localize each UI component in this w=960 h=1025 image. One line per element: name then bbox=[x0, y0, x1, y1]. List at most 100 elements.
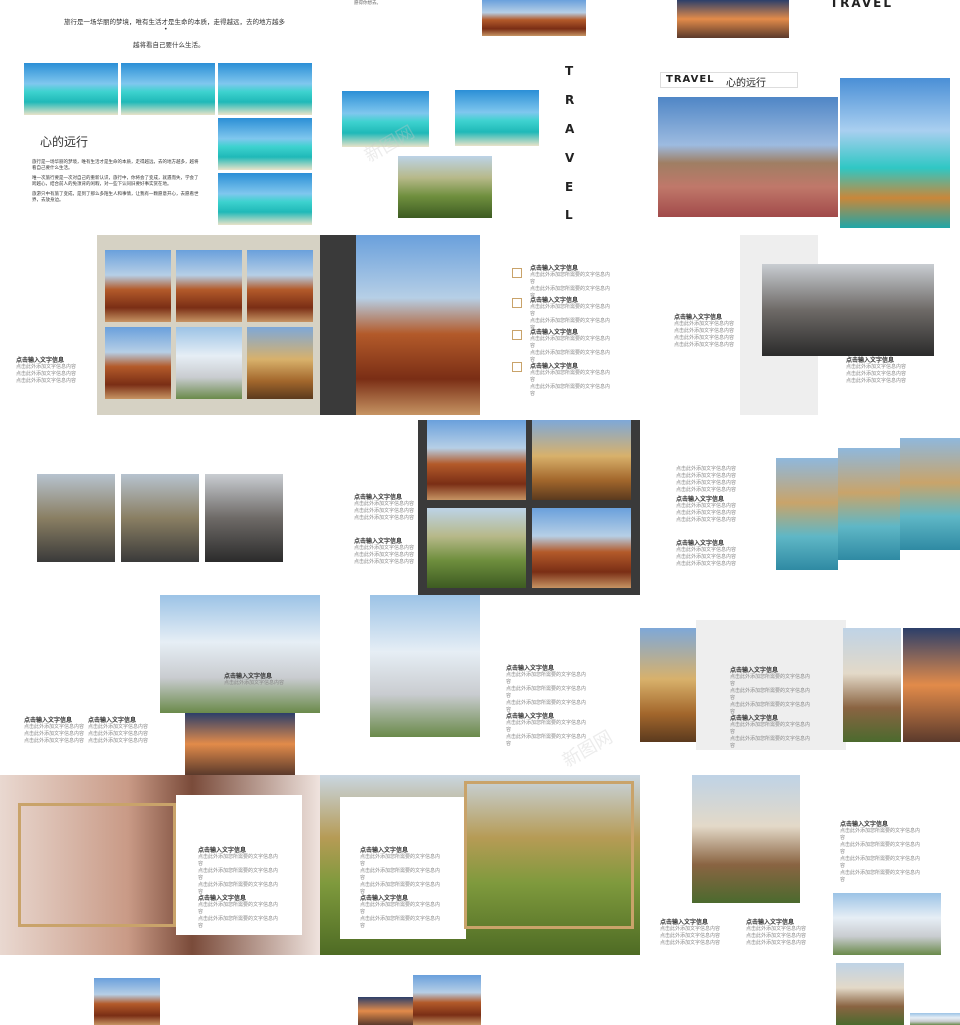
text-block-title: 点击输入文字信息 bbox=[746, 919, 795, 926]
text-block-body: 点击此外添加文字信息内容 bbox=[676, 487, 737, 493]
text-block: 点击输入文字信息 点击此外添加文字信息内容 点击此外添加文字信息内容 点击此外添… bbox=[746, 919, 816, 947]
text-block-body: 点击此外添加文字信息内容 bbox=[16, 371, 77, 377]
text-block-body: 点击此外添加您所需要的文字信息内容 bbox=[530, 370, 611, 383]
text-block-title: 点击输入文字信息 bbox=[530, 297, 579, 304]
text-block-body: 点击此外添加您所需要的文字信息内容 bbox=[198, 868, 279, 881]
text-block-body: 点击此外添加文字信息内容 bbox=[676, 554, 737, 560]
travel-word-top: TRAVEL bbox=[830, 0, 894, 10]
photo-taxi-inside bbox=[121, 474, 199, 562]
text-block-title: 点击输入文字信息 bbox=[530, 329, 579, 336]
icon-2: ico-2 bbox=[512, 298, 522, 308]
intro-heading: 心的远行 bbox=[40, 135, 89, 149]
slide-travel-title: TRAVEL TRAVEL 心的远行 bbox=[640, 0, 960, 232]
photo-collage-4 bbox=[532, 508, 631, 588]
text-block: 点击输入文字信息 点击此外添加您所需要的文字信息内容 点击此外添加您所需要的文字… bbox=[840, 821, 920, 884]
text-block-body: 点击此外添加文字信息内容 bbox=[676, 503, 737, 509]
slide-bottom-3 bbox=[640, 955, 960, 1025]
text-block: 点击输入文字信息 点击此外添加您所需要的文字信息内容 点击此外添加您所需要的文字… bbox=[360, 895, 440, 930]
photo-temple-5 bbox=[176, 327, 242, 399]
text-block: 点击此外添加文字信息内容 点击此外添加文字信息内容 点击此外添加文字信息内容 点… bbox=[676, 466, 736, 494]
photo-desert-lake bbox=[658, 97, 838, 217]
photo-night-street bbox=[205, 474, 283, 562]
text-block-body: 点击此外添加您所需要的文字信息内容 bbox=[530, 336, 611, 349]
travel-title-zh: 心的远行 bbox=[726, 78, 766, 89]
slide-street-photo: 点击输入文字信息 点击此外添加文字信息内容 点击此外添加文字信息内容 点击此外添… bbox=[640, 232, 960, 420]
slide-bottom-2 bbox=[320, 955, 640, 1025]
photo-beach-hut-4 bbox=[218, 118, 312, 170]
photo-beach-hut-5 bbox=[218, 173, 312, 225]
dark-panel bbox=[320, 235, 358, 415]
text-block: 点击输入文字信息 点击此外添加文字信息内容 点击此外添加文字信息内容 点击此外添… bbox=[16, 357, 76, 385]
photo-white-temple-wide bbox=[160, 595, 320, 713]
text-block-body: 点击此外添加文字信息内容 bbox=[354, 552, 415, 558]
travel-letter-a: A bbox=[565, 122, 575, 136]
text-block: 点击输入文字信息 点击此外添加文字信息内容 点击此外添加文字信息内容 点击此外添… bbox=[846, 357, 906, 385]
text-block-title: 点击输入文字信息 bbox=[198, 847, 247, 854]
text-block-body: 点击此外添加您所需要的文字信息内容 bbox=[198, 882, 279, 895]
text-block-body: 点击此外添加您所需要的文字信息内容 bbox=[530, 350, 611, 363]
slide-travel-vertical: 愿得你想去。 T R A V E L 新图网 bbox=[320, 0, 640, 232]
text-block-body: 点击此外添加文字信息内容 bbox=[16, 364, 77, 370]
text-block-body: 点击此外添加文字信息内容 bbox=[846, 378, 907, 384]
text-block-body: 点击此外添加您所需要的文字信息内容 bbox=[506, 686, 587, 699]
text-block-body: 点击此外添加您所需要的文字信息内容 bbox=[730, 722, 811, 735]
photo-road bbox=[398, 156, 492, 218]
photo-pier-top bbox=[482, 0, 586, 36]
text-block-title: 点击输入文字信息 bbox=[730, 715, 779, 722]
text-block-body: 点击此外添加文字信息内容 bbox=[224, 680, 285, 686]
text-block: 点击输入文字信息 点击此外添加文字信息内容 点击此外添加文字信息内容 点击此外添… bbox=[88, 717, 148, 745]
photo-ayutthaya-stupa bbox=[692, 775, 800, 903]
photo-collage-3 bbox=[427, 508, 526, 588]
photo-beach-hut-1 bbox=[24, 63, 118, 115]
text-block-title: 点击输入文字信息 bbox=[674, 314, 723, 321]
photo-temple-4 bbox=[105, 327, 171, 399]
text-block-body: 点击此外添加文字信息内容 bbox=[746, 933, 807, 939]
slide-white-temple: 点击输入文字信息 点击此外添加文字信息内容 点击输入文字信息 点击此外添加文字信… bbox=[0, 595, 320, 775]
travel-letter-t: T bbox=[565, 64, 574, 78]
text-block-body: 点击此外添加文字信息内容 bbox=[88, 724, 149, 730]
text-block-body: 点击此外添加文字信息内容 bbox=[16, 378, 77, 384]
text-block-body: 点击此外添加您所需要的文字信息内容 bbox=[198, 902, 279, 915]
photo-sunset-sea bbox=[677, 0, 789, 38]
text-block-body: 点击此外添加您所需要的文字信息内容 bbox=[840, 828, 921, 841]
text-block-body: 点击此外添加文字信息内容 bbox=[660, 933, 721, 939]
text-block-body: 点击此外添加您所需要的文字信息内容 bbox=[730, 736, 811, 749]
text-block-body: 点击此外添加您所需要的文字信息内容 bbox=[840, 842, 921, 855]
photo-longtail-boat bbox=[840, 78, 950, 228]
slide-bottom-1 bbox=[0, 955, 320, 1025]
text-block: 点击输入文字信息 点击此外添加您所需要的文字信息内容 点击此外添加您所需要的文字… bbox=[506, 665, 586, 714]
text-block-body: 点击此外添加您所需要的文字信息内容 bbox=[360, 902, 441, 915]
text-block-title: 点击输入文字信息 bbox=[676, 496, 725, 503]
text-block: 点击输入文字信息 点击此外添加您所需要的文字信息内容 点击此外添加您所需要的文字… bbox=[530, 329, 610, 364]
text-block-body: 点击此外添加您所需要的文字信息内容 bbox=[360, 916, 441, 929]
photo-wooden-temple bbox=[356, 235, 480, 415]
travel-letter-r: R bbox=[565, 93, 575, 107]
text-block-title: 点击输入文字信息 bbox=[530, 363, 579, 370]
icon-1: ico-1 bbox=[512, 268, 522, 278]
text-block: 点击输入文字信息 点击此外添加文字信息内容 点击此外添加文字信息内容 点击此外添… bbox=[676, 540, 736, 568]
text-block-title: 点击输入文字信息 bbox=[360, 847, 409, 854]
icon-4: ico-4 bbox=[512, 362, 522, 372]
photo-reflect-3 bbox=[900, 438, 960, 550]
text-block-body: 点击此外添加文字信息内容 bbox=[354, 559, 415, 565]
gold-frame bbox=[464, 781, 634, 929]
text-block-body: 点击此外添加文字信息内容 bbox=[676, 480, 737, 486]
slide-gray-center: 点击输入文字信息 点击此外添加您所需要的文字信息内容 点击此外添加您所需要的文字… bbox=[640, 595, 960, 775]
text-block-body: 点击此外添加文字信息内容 bbox=[676, 561, 737, 567]
text-block: 点击输入文字信息 点击此外添加您所需要的文字信息内容 点击此外添加您所需要的文字… bbox=[730, 667, 810, 716]
text-block-body: 点击此外添加文字信息内容 bbox=[846, 364, 907, 370]
text-block-body: 点击此外添加您所需要的文字信息内容 bbox=[198, 854, 279, 867]
photo-stupa-bottom bbox=[836, 963, 904, 1025]
text-block-title: 点击输入文字信息 bbox=[676, 540, 725, 547]
text-block: 点击输入文字信息 点击此外添加您所需要的文字信息内容 点击此外添加您所需要的文字… bbox=[530, 363, 610, 398]
text-block-body: 点击此外添加您所需要的文字信息内容 bbox=[198, 916, 279, 929]
text-block-body: 点击此外添加文字信息内容 bbox=[24, 724, 85, 730]
text-block-body: 点击此外添加您所需要的文字信息内容 bbox=[730, 688, 811, 701]
photo-pagoda-bottom bbox=[413, 975, 481, 1025]
intro-line-2: 越将看自己要什么生活。 bbox=[133, 41, 205, 49]
travel-letter-v: V bbox=[565, 151, 575, 165]
text-block-body: 点击此外添加您所需要的文字信息内容 bbox=[506, 720, 587, 733]
text-block-body: 点击此外添加文字信息内容 bbox=[674, 328, 735, 334]
text-block-title: 点击输入文字信息 bbox=[530, 265, 579, 272]
text-block: 点击输入文字信息 点击此外添加您所需要的文字信息内容 点击此外添加您所需要的文字… bbox=[198, 895, 278, 930]
